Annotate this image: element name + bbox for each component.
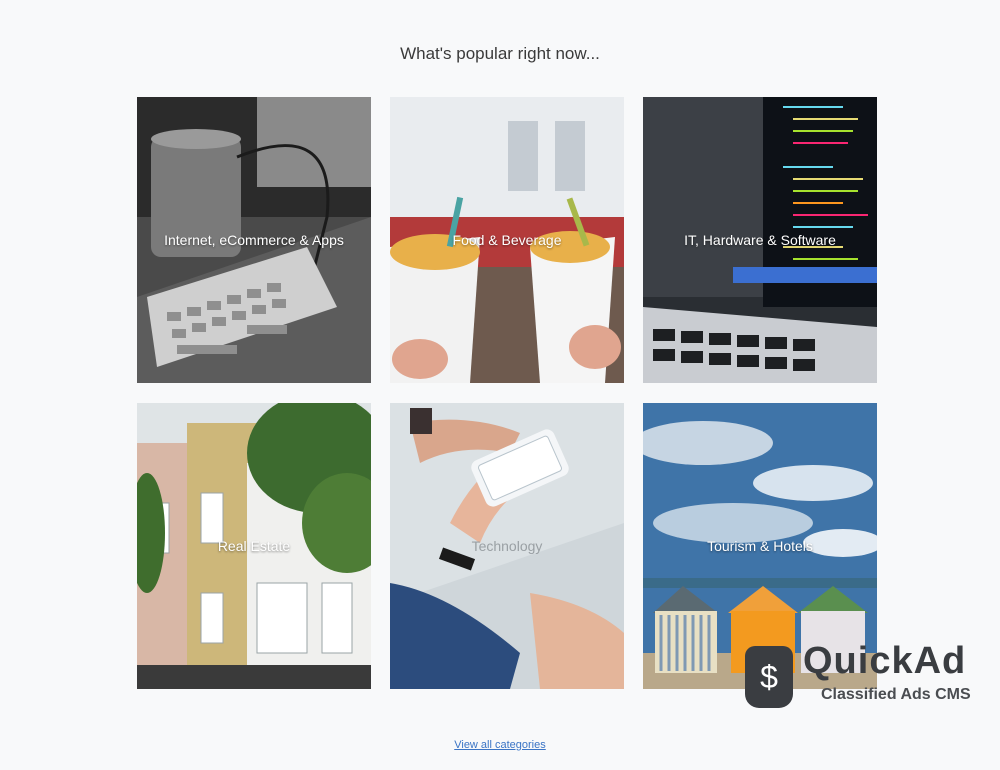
category-label: Technology <box>471 538 543 554</box>
watermark-tagline: Classified Ads CMS <box>821 686 971 703</box>
category-tile-technology[interactable]: Technology <box>390 403 624 689</box>
view-all-categories-link[interactable]: View all categories <box>454 739 546 751</box>
category-label: Real Estate <box>217 538 291 554</box>
category-tile-internet[interactable]: Internet, eCommerce & Apps <box>137 97 371 383</box>
category-label: IT, Hardware & Software <box>684 232 836 248</box>
category-tile-it[interactable]: IT, Hardware & Software <box>643 97 877 383</box>
category-tile-food[interactable]: Food & Beverage <box>390 97 624 383</box>
view-all-row: View all categories <box>0 739 1000 751</box>
quickad-watermark: $ QuickAd Classified Ads CMS <box>745 640 995 710</box>
category-label: Food & Beverage <box>452 232 562 248</box>
category-tile-real-estate[interactable]: Real Estate <box>137 403 371 689</box>
watermark-brand: QuickAd <box>803 640 967 682</box>
dollar-icon: $ <box>745 646 793 708</box>
section-heading: What's popular right now... <box>400 44 600 63</box>
category-label: Internet, eCommerce & Apps <box>164 232 344 248</box>
